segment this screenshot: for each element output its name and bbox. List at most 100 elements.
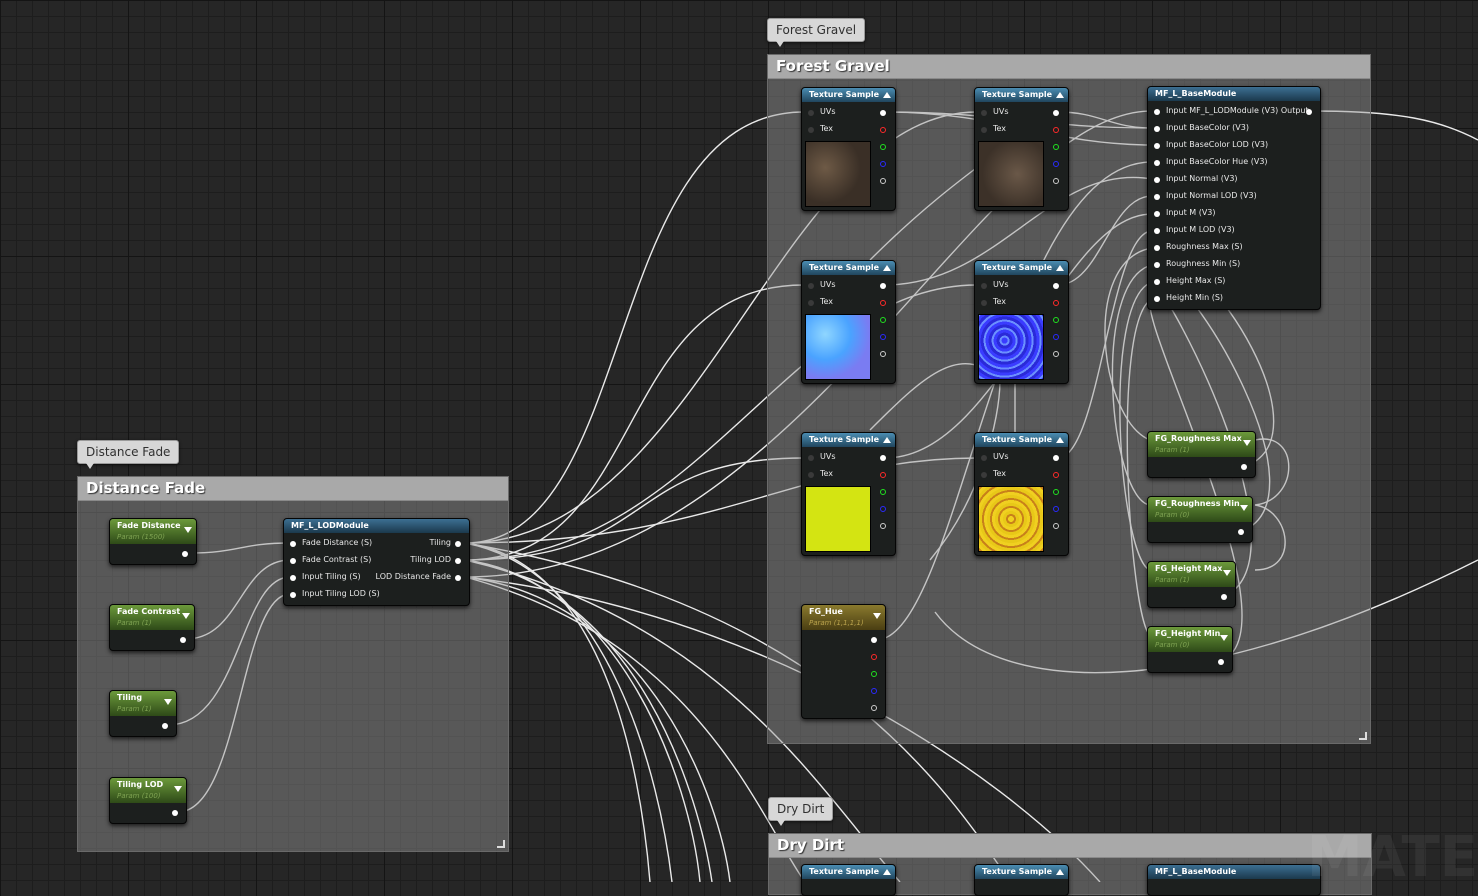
lod-distance-fade-output-pin[interactable] bbox=[455, 575, 461, 581]
lod-module-node[interactable]: MF_L_LODModule Fade Distance (S) Fade Co… bbox=[283, 518, 470, 606]
rgb-output-pin[interactable] bbox=[1053, 283, 1059, 289]
base-module-input-pin[interactable] bbox=[1154, 194, 1160, 200]
resize-handle[interactable] bbox=[497, 840, 505, 848]
output-pin[interactable] bbox=[180, 637, 186, 643]
texture-sample-node[interactable]: Texture Sample UVs Tex bbox=[801, 432, 896, 556]
tiling-lod-output-pin[interactable] bbox=[455, 558, 461, 564]
fade-contrast-pin[interactable] bbox=[290, 558, 296, 564]
collapse-icon[interactable] bbox=[174, 786, 182, 792]
r-output-pin[interactable] bbox=[880, 300, 886, 306]
texture-sample-node[interactable]: Texture Sample UVs Tex bbox=[974, 260, 1069, 384]
uvs-pin[interactable] bbox=[981, 455, 987, 461]
b-output-pin[interactable] bbox=[1053, 506, 1059, 512]
a-output-pin[interactable] bbox=[1053, 523, 1059, 529]
distance-fade-bubble[interactable]: Distance Fade bbox=[77, 440, 180, 469]
texture-sample-node[interactable]: Texture Sample bbox=[801, 864, 896, 896]
base-module-input-pin[interactable] bbox=[1154, 177, 1160, 183]
collapse-icon[interactable] bbox=[883, 437, 891, 443]
uvs-pin[interactable] bbox=[808, 455, 814, 461]
fg-roughness-max-param-node[interactable]: FG_Roughness Max Param (1) bbox=[1147, 431, 1256, 478]
texture-sample-node[interactable]: Texture Sample UVs Tex bbox=[974, 432, 1069, 556]
r-output-pin[interactable] bbox=[1053, 300, 1059, 306]
r-output-pin[interactable] bbox=[1053, 127, 1059, 133]
fg-height-min-param-node[interactable]: FG_Height Min Param (0) bbox=[1147, 626, 1233, 673]
base-module-input-pin[interactable] bbox=[1154, 245, 1160, 251]
collapse-icon[interactable] bbox=[1056, 869, 1064, 875]
g-output-pin[interactable] bbox=[1053, 489, 1059, 495]
output-pin[interactable] bbox=[1221, 594, 1227, 600]
forest-gravel-title[interactable]: Forest Gravel bbox=[768, 55, 1370, 79]
fade-distance-param-node[interactable]: Fade Distance Param (1500) bbox=[109, 518, 197, 565]
fg-hue-param-node[interactable]: FG_Hue Param (1,1,1,1) bbox=[801, 604, 886, 719]
fade-contrast-param-node[interactable]: Fade Contrast Param (1) bbox=[109, 604, 195, 651]
tiling-param-node[interactable]: Tiling Param (1) bbox=[109, 690, 177, 737]
r-output-pin[interactable] bbox=[880, 127, 886, 133]
collapse-icon[interactable] bbox=[1223, 570, 1231, 576]
tex-pin[interactable] bbox=[808, 472, 814, 478]
texture-sample-node[interactable]: Texture Sample UVs Tex bbox=[974, 87, 1069, 211]
a-output-pin[interactable] bbox=[880, 523, 886, 529]
g-output-pin[interactable] bbox=[880, 489, 886, 495]
tiling-output-pin[interactable] bbox=[455, 541, 461, 547]
collapse-icon[interactable] bbox=[883, 265, 891, 271]
r-output-pin[interactable] bbox=[871, 654, 877, 660]
output-pin[interactable] bbox=[1238, 529, 1244, 535]
fg-roughness-min-param-node[interactable]: FG_Roughness Min Param (0) bbox=[1147, 496, 1253, 543]
a-output-pin[interactable] bbox=[1053, 351, 1059, 357]
collapse-icon[interactable] bbox=[883, 92, 891, 98]
fade-distance-pin[interactable] bbox=[290, 541, 296, 547]
tex-pin[interactable] bbox=[808, 300, 814, 306]
output-pin[interactable] bbox=[162, 723, 168, 729]
rgb-output-pin[interactable] bbox=[1053, 110, 1059, 116]
tex-pin[interactable] bbox=[981, 300, 987, 306]
base-module-input-pin[interactable] bbox=[1154, 296, 1160, 302]
rgb-output-pin[interactable] bbox=[1053, 455, 1059, 461]
collapse-icon[interactable] bbox=[1243, 440, 1251, 446]
input-tiling-pin[interactable] bbox=[290, 575, 296, 581]
collapse-icon[interactable] bbox=[1240, 505, 1248, 511]
b-output-pin[interactable] bbox=[880, 334, 886, 340]
g-output-pin[interactable] bbox=[880, 317, 886, 323]
base-module-input-pin[interactable] bbox=[1154, 279, 1160, 285]
forest-gravel-bubble[interactable]: Forest Gravel bbox=[767, 18, 866, 47]
b-output-pin[interactable] bbox=[880, 506, 886, 512]
b-output-pin[interactable] bbox=[1053, 161, 1059, 167]
fg-height-max-param-node[interactable]: FG_Height Max Param (1) bbox=[1147, 561, 1236, 608]
b-output-pin[interactable] bbox=[871, 688, 877, 694]
g-output-pin[interactable] bbox=[880, 144, 886, 150]
g-output-pin[interactable] bbox=[871, 671, 877, 677]
collapse-icon[interactable] bbox=[1056, 437, 1064, 443]
tex-pin[interactable] bbox=[808, 127, 814, 133]
a-output-pin[interactable] bbox=[880, 178, 886, 184]
resize-handle[interactable] bbox=[1359, 732, 1367, 740]
collapse-icon[interactable] bbox=[873, 613, 881, 619]
uvs-pin[interactable] bbox=[981, 283, 987, 289]
collapse-icon[interactable] bbox=[1220, 635, 1228, 641]
collapse-icon[interactable] bbox=[164, 699, 172, 705]
a-output-pin[interactable] bbox=[871, 705, 877, 711]
base-module-input-pin[interactable] bbox=[1154, 160, 1160, 166]
output-pin[interactable] bbox=[1218, 659, 1224, 665]
uvs-pin[interactable] bbox=[808, 110, 814, 116]
input-tiling-lod-pin[interactable] bbox=[290, 592, 296, 598]
dry-dirt-bubble[interactable]: Dry Dirt bbox=[768, 797, 834, 826]
uvs-pin[interactable] bbox=[808, 283, 814, 289]
base-module-input-pin[interactable] bbox=[1154, 109, 1160, 115]
rgb-output-pin[interactable] bbox=[880, 283, 886, 289]
tex-pin[interactable] bbox=[981, 472, 987, 478]
distance-fade-title[interactable]: Distance Fade bbox=[78, 477, 508, 501]
base-module-input-pin[interactable] bbox=[1154, 126, 1160, 132]
tiling-lod-param-node[interactable]: Tiling LOD Param (100) bbox=[109, 777, 187, 824]
b-output-pin[interactable] bbox=[1053, 334, 1059, 340]
base-module-node[interactable]: MF_L_BaseModule Input MF_L_LODModule (V3… bbox=[1147, 86, 1321, 310]
rgb-output-pin[interactable] bbox=[871, 637, 877, 643]
uvs-pin[interactable] bbox=[981, 110, 987, 116]
r-output-pin[interactable] bbox=[1053, 472, 1059, 478]
collapse-icon[interactable] bbox=[1056, 92, 1064, 98]
b-output-pin[interactable] bbox=[880, 161, 886, 167]
r-output-pin[interactable] bbox=[880, 472, 886, 478]
base-module-input-pin[interactable] bbox=[1154, 211, 1160, 217]
texture-sample-node[interactable]: Texture Sample UVs Tex bbox=[801, 260, 896, 384]
collapse-icon[interactable] bbox=[1056, 265, 1064, 271]
rgb-output-pin[interactable] bbox=[880, 455, 886, 461]
